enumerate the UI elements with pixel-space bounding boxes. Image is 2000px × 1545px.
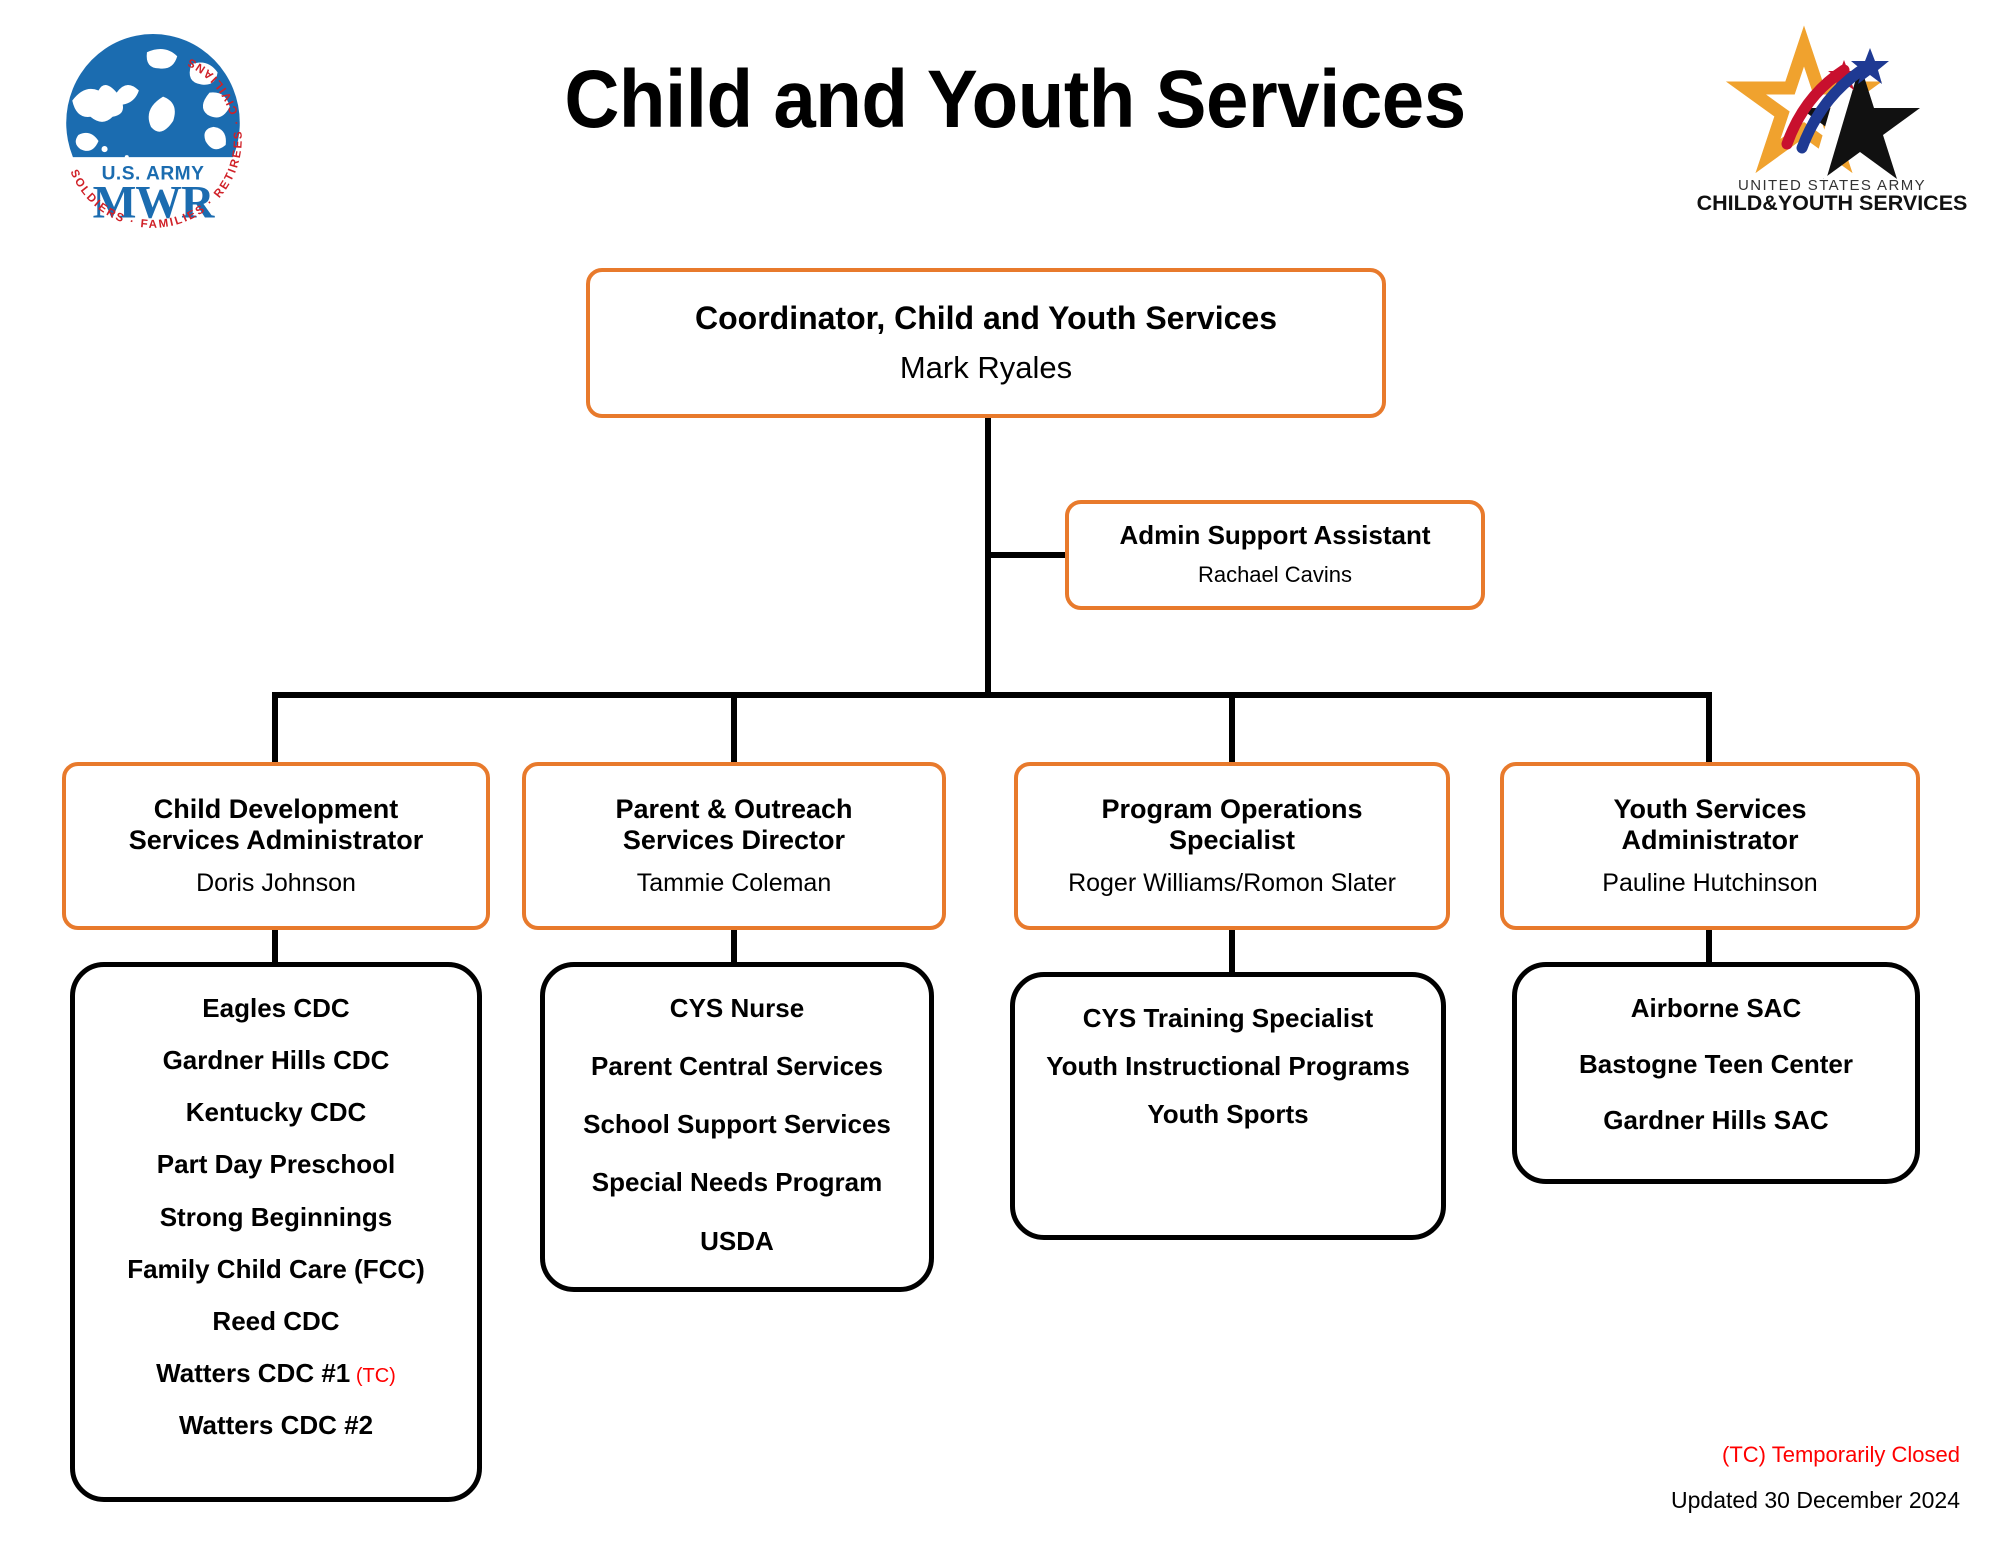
program-item: Bastogne Teen Center: [1565, 1049, 1867, 1079]
us-army-child-and-youth-services-logo: UNITED STATES ARMY CHILD&YOUTH SERVICES: [1697, 25, 1968, 212]
program-item: Watters CDC #2: [165, 1410, 387, 1440]
program-label: Eagles CDC: [202, 993, 350, 1023]
program-label: Watters CDC #1: [156, 1358, 351, 1389]
program-label: Youth Instructional Programs: [1046, 1051, 1410, 1082]
manager-2-title-line2: Specialist: [1168, 825, 1296, 855]
program-label: Kentucky CDC: [185, 1097, 367, 1128]
program-item: School Support Services: [569, 1109, 905, 1139]
program-label: Airborne SAC: [1630, 993, 1802, 1023]
program-label: Reed CDC: [212, 1305, 340, 1336]
manager-3-person: Pauline Hutchinson: [1602, 868, 1818, 897]
node-manager-youth-services[interactable]: Youth Services Administrator Pauline Hut…: [1500, 762, 1920, 930]
node-manager-parent-outreach[interactable]: Parent & Outreach Services Director Tamm…: [522, 762, 946, 930]
program-item: Gardner Hills CDC: [149, 1045, 404, 1075]
manager-1-title-line2: Services Director: [622, 825, 846, 855]
coordinator-title: Coordinator, Child and Youth Services: [694, 299, 1277, 336]
program-label: Strong Beginnings: [159, 1201, 393, 1232]
us-army-mwr-logo: U.S. ARMY MWR SOLDIERS · FAMILIES · RETI…: [49, 34, 257, 243]
program-list-program-operations[interactable]: CYS Training Specialist Youth Instruction…: [1010, 972, 1446, 1240]
temporarily-closed-badge: (TC): [350, 1365, 396, 1388]
program-item: Youth Sports: [1133, 1099, 1322, 1129]
program-list-youth-services[interactable]: Airborne SAC Bastogne Teen Center Gardner …: [1512, 962, 1920, 1184]
manager-2-person: Roger Williams/Romon Slater: [1068, 868, 1396, 897]
legend-temporarily-closed: (TC) Temporarily Closed: [1722, 1442, 1960, 1467]
program-item: Reed CDC: [198, 1306, 353, 1336]
connector-manager-1-to-list: [731, 926, 737, 966]
svg-text:CHILD&YOUTH SERVICES: CHILD&YOUTH SERVICES: [1697, 191, 1968, 212]
program-label: Gardner Hills CDC: [162, 1045, 390, 1076]
program-item: Part Day Preschool: [143, 1149, 409, 1179]
page-title: Child and Youth Services: [564, 54, 1466, 145]
connector-admin-stub: [985, 552, 1067, 558]
program-label: USDA: [700, 1225, 774, 1256]
connector-drop-manager-1: [731, 692, 737, 764]
program-item: CYS Training Specialist: [1069, 1003, 1387, 1033]
program-label: Gardner Hills SAC: [1603, 1105, 1829, 1136]
program-label: Special Needs Program: [591, 1167, 883, 1198]
connector-manager-0-to-list: [272, 926, 278, 966]
program-label: Parent Central Services: [591, 1051, 883, 1082]
manager-2-title: Program Operations Specialist: [1093, 794, 1370, 856]
program-item: Family Child Care (FCC): [113, 1254, 439, 1284]
manager-0-title-line1: Child Development: [153, 794, 399, 825]
program-label: CYS Nurse: [669, 993, 805, 1023]
program-label: Bastogne Teen Center: [1578, 1049, 1853, 1080]
manager-1-title-line1: Parent & Outreach: [615, 794, 853, 825]
program-item: Strong Beginnings: [146, 1202, 407, 1232]
program-item: USDA: [686, 1226, 788, 1256]
node-coordinator[interactable]: Coordinator, Child and Youth Services Ma…: [586, 268, 1386, 418]
node-manager-child-development[interactable]: Child Development Services Administrator…: [62, 762, 490, 930]
admin-person: Rachael Cavins: [1197, 562, 1353, 588]
program-item: Airborne SAC: [1617, 993, 1815, 1023]
manager-3-title: Youth Services Administrator: [1605, 794, 1814, 856]
connector-coordinator-trunk: [985, 418, 991, 698]
node-manager-program-operations[interactable]: Program Operations Specialist Roger Will…: [1014, 762, 1450, 930]
program-item: Youth Instructional Programs: [1032, 1051, 1424, 1081]
manager-0-title-line2: Services Administrator: [128, 825, 424, 855]
program-label: School Support Services: [583, 1109, 891, 1140]
program-list-parent-outreach[interactable]: CYS Nurse Parent Central Services School S…: [540, 962, 934, 1292]
connector-manager-2-to-list: [1229, 926, 1235, 976]
connector-drop-manager-3: [1706, 692, 1712, 764]
program-label: Watters CDC #2: [178, 1410, 374, 1441]
program-item: CYS Nurse: [656, 993, 818, 1023]
program-item: Eagles CDC: [188, 993, 363, 1023]
program-label: CYS Training Specialist: [1082, 1003, 1374, 1033]
manager-1-person: Tammie Coleman: [636, 868, 832, 897]
manager-3-title-line1: Youth Services: [1613, 794, 1807, 825]
program-item: Kentucky CDC: [172, 1097, 381, 1127]
connector-manager-3-to-list: [1706, 926, 1712, 966]
program-list-child-development[interactable]: Eagles CDC Gardner Hills CDC Kentucky CDC P…: [70, 962, 482, 1502]
connector-manager-bus: [272, 692, 1712, 698]
manager-0-person: Doris Johnson: [196, 868, 356, 897]
program-item: Watters CDC #1 (TC): [142, 1358, 410, 1388]
manager-0-title: Child Development Services Administrator: [121, 794, 432, 856]
updated-date: Updated 30 December 2024: [1671, 1487, 1960, 1513]
manager-3-title-line2: Administrator: [1621, 825, 1799, 855]
org-chart-page: U.S. ARMY MWR SOLDIERS · FAMILIES · RETI…: [0, 0, 2000, 1545]
coordinator-person: Mark Ryales: [899, 350, 1073, 386]
program-item: Parent Central Services: [577, 1051, 897, 1081]
program-label: Family Child Care (FCC): [127, 1253, 425, 1284]
admin-title: Admin Support Assistant: [1119, 520, 1431, 551]
program-item: Special Needs Program: [578, 1167, 896, 1197]
program-item: Gardner Hills SAC: [1589, 1105, 1842, 1135]
connector-drop-manager-0: [272, 692, 278, 764]
manager-2-title-line1: Program Operations: [1101, 794, 1363, 825]
program-label: Youth Sports: [1147, 1099, 1309, 1130]
connector-drop-manager-2: [1229, 692, 1235, 764]
program-label: Part Day Preschool: [156, 1149, 396, 1180]
manager-1-title: Parent & Outreach Services Director: [607, 794, 860, 856]
node-admin-support-assistant[interactable]: Admin Support Assistant Rachael Cavins: [1065, 500, 1485, 610]
